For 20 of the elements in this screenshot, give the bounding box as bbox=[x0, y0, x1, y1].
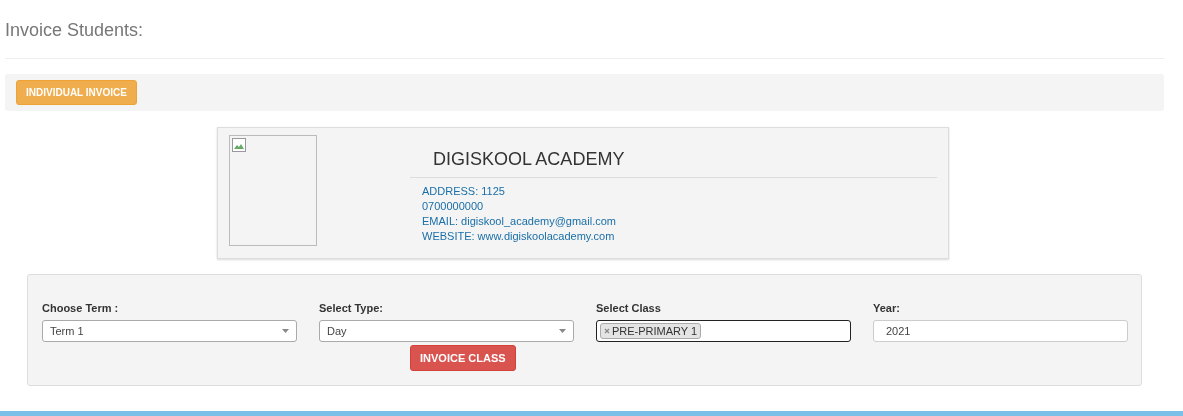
invoice-class-button[interactable]: INVOICE CLASS bbox=[410, 345, 516, 371]
broken-image-icon bbox=[232, 138, 246, 152]
school-name: DIGISKOOL ACADEMY bbox=[433, 148, 626, 170]
page-title: Invoice Students: bbox=[5, 19, 1164, 59]
field-label: Year: bbox=[873, 301, 901, 315]
year-field[interactable]: 2021 bbox=[873, 320, 1128, 342]
field-label: Choose Term : bbox=[42, 301, 120, 315]
remove-icon[interactable] bbox=[604, 328, 610, 334]
contact-detail: EMAIL: digiskool_academy@gmail.com bbox=[422, 214, 617, 229]
contact-detail: WEBSITE: www.digiskoolacademy.com bbox=[422, 229, 616, 244]
field-label: Select Type: bbox=[319, 301, 384, 315]
dropdown-arrow-icon bbox=[559, 329, 566, 333]
select-field[interactable]: Term 1 bbox=[42, 320, 297, 342]
contact-detail: ADDRESS: 1125 bbox=[422, 184, 506, 199]
dropdown-arrow-icon bbox=[282, 329, 289, 333]
field-label: Select Class bbox=[596, 301, 662, 315]
multi-select-field[interactable]: PRE-PRIMARY 1 bbox=[596, 320, 851, 342]
contact-detail: 0700000000 bbox=[422, 199, 485, 214]
select-field[interactable]: Day bbox=[319, 320, 574, 342]
class-tag[interactable]: PRE-PRIMARY 1 bbox=[600, 323, 702, 339]
